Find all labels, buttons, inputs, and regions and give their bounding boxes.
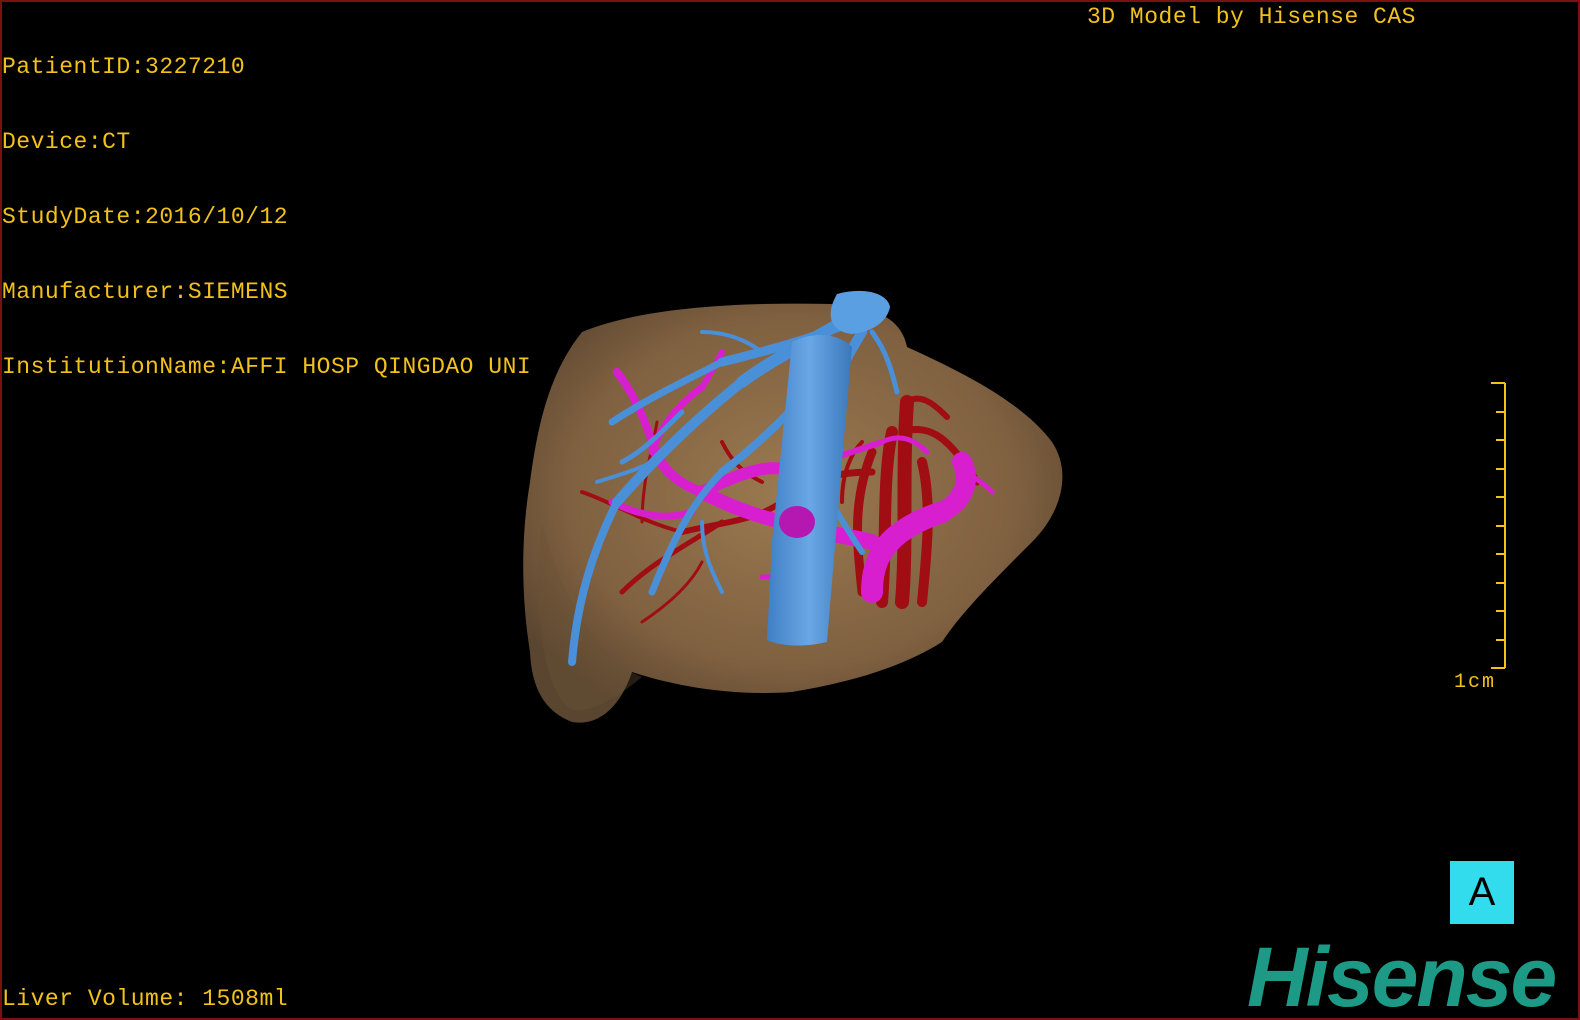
manufacturer-text: Manufacturer:SIEMENS	[2, 279, 289, 305]
orientation-marker[interactable]: A	[1450, 861, 1514, 924]
portal-bifurcation	[779, 506, 815, 538]
3d-viewer[interactable]: PatientID:3227210 Device:CT StudyDate:20…	[0, 0, 1580, 1020]
patient-info-overlay: PatientID:3227210 Device:CT StudyDate:20…	[2, 5, 531, 430]
institution-text: InstitutionName:AFFI HOSP QINGDAO UNI	[2, 354, 532, 380]
patient-id-text: PatientID:3227210	[2, 54, 246, 80]
study-date-text: StudyDate:2016/10/12	[2, 204, 289, 230]
scale-bar	[1491, 382, 1506, 669]
hisense-logo: Hisense	[1247, 930, 1557, 1020]
liver-volume-text: Liver Volume: 1508ml	[2, 986, 289, 1012]
model-credit-text: 3D Model by Hisense CAS	[1087, 4, 1416, 30]
scale-bar-label: 1cm	[1454, 671, 1497, 694]
device-text: Device:CT	[2, 129, 131, 155]
